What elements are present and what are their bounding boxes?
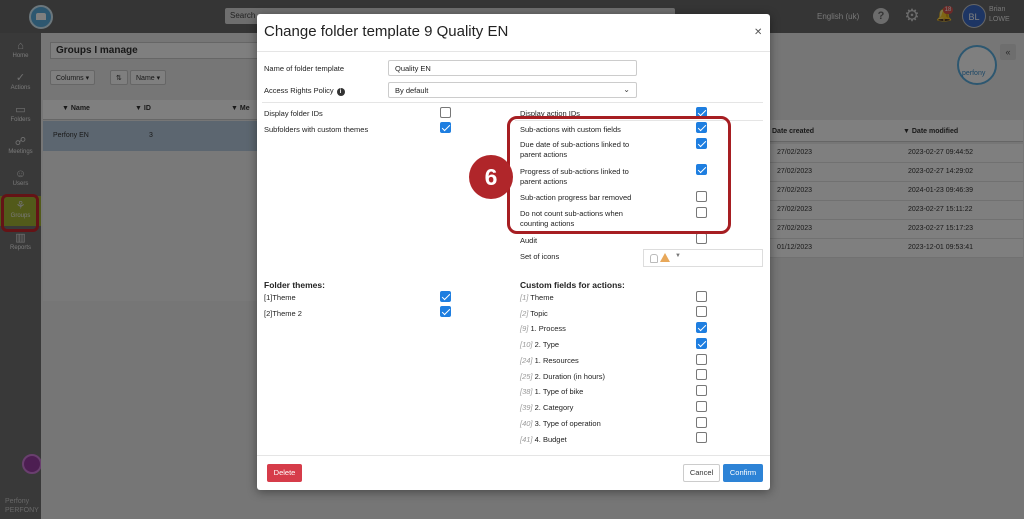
- policy-label: Access Rights Policy i: [264, 86, 345, 96]
- warning-icon: [660, 253, 670, 262]
- access-policy-select[interactable]: By default ⌄: [388, 82, 637, 98]
- custom-field-checkbox[interactable]: [696, 401, 707, 412]
- custom-field-number: [2]: [520, 309, 529, 318]
- custom-field-label: [38] 1. Type of bike: [520, 387, 583, 397]
- custom-field-name: 1. Type of bike: [534, 387, 584, 396]
- folder-theme-checkbox[interactable]: [440, 306, 451, 317]
- cancel-button[interactable]: Cancel: [683, 464, 720, 482]
- custom-field-label: [9] 1. Process: [520, 324, 566, 334]
- custom-field-number: [38]: [520, 387, 533, 396]
- custom-field-number: [1]: [520, 293, 529, 302]
- custom-field-label: [24] 1. Resources: [520, 356, 579, 366]
- change-folder-template-dialog: Change folder template 9 Quality EN ✕ Na…: [257, 14, 770, 490]
- audit-checkbox[interactable]: [696, 233, 707, 244]
- confirm-button[interactable]: Confirm: [723, 464, 763, 482]
- custom-field-checkbox[interactable]: [696, 369, 707, 380]
- chevron-down-icon: ⌄: [623, 85, 630, 94]
- custom-field-number: [25]: [520, 372, 533, 381]
- subfolders-custom-themes-checkbox[interactable]: [440, 122, 451, 133]
- custom-field-checkbox[interactable]: [696, 417, 707, 428]
- section-divider: [262, 102, 763, 103]
- folder-theme-label: [2]Theme 2: [264, 309, 302, 319]
- custom-field-checkbox[interactable]: [696, 306, 707, 317]
- custom-field-checkbox[interactable]: [696, 338, 707, 349]
- custom-field-number: [10]: [520, 340, 533, 349]
- step-number-badge: 6: [469, 155, 513, 199]
- custom-field-checkbox[interactable]: [696, 291, 707, 302]
- icon-set-label: Set of icons: [520, 252, 560, 261]
- folder-theme-label: [1]Theme: [264, 293, 296, 303]
- custom-field-checkbox[interactable]: [696, 354, 707, 365]
- folder-theme-checkbox[interactable]: [440, 291, 451, 302]
- custom-field-number: [39]: [520, 403, 533, 412]
- custom-field-name: 4. Budget: [534, 435, 567, 444]
- highlight-frame: [507, 116, 731, 234]
- name-label: Name of folder template: [264, 64, 345, 73]
- custom-field-name: 2. Type: [534, 340, 560, 349]
- header-divider: [257, 51, 770, 52]
- custom-field-label: [39] 2. Category: [520, 403, 573, 413]
- custom-field-name: 2. Duration (in hours): [534, 372, 606, 381]
- custom-field-label: [41] 4. Budget: [520, 435, 567, 445]
- custom-field-name: 1. Process: [530, 324, 566, 333]
- custom-field-label: [10] 2. Type: [520, 340, 559, 350]
- subfolders-custom-themes-label: Subfolders with custom themes: [264, 125, 369, 134]
- custom-fields-title: Custom fields for actions:: [520, 280, 625, 290]
- audit-label: Audit: [520, 236, 538, 245]
- custom-field-label: [25] 2. Duration (in hours): [520, 372, 605, 382]
- custom-field-label: [2] Topic: [520, 309, 548, 319]
- info-icon[interactable]: i: [336, 88, 345, 96]
- dialog-title: Change folder template 9 Quality EN: [264, 23, 509, 40]
- close-icon[interactable]: ✕: [754, 27, 762, 38]
- policy-label-text: Access Rights Policy: [264, 86, 334, 95]
- custom-field-name: 2. Category: [534, 403, 574, 412]
- custom-field-checkbox[interactable]: [696, 385, 707, 396]
- custom-field-checkbox[interactable]: [696, 432, 707, 443]
- custom-field-name: Theme: [530, 293, 554, 302]
- folder-theme-name: Theme: [272, 293, 296, 302]
- template-name-input[interactable]: Quality EN: [388, 60, 637, 76]
- custom-field-number: [40]: [520, 419, 533, 428]
- custom-field-name: 3. Type of operation: [534, 419, 601, 428]
- custom-field-name: Topic: [530, 309, 548, 318]
- folder-theme-name: Theme 2: [272, 309, 302, 318]
- policy-selected-value: By default: [395, 86, 429, 95]
- folder-themes-title: Folder themes:: [264, 280, 325, 290]
- display-folder-ids-label: Display folder IDs: [264, 109, 323, 118]
- custom-field-label: [40] 3. Type of operation: [520, 419, 601, 429]
- custom-field-number: [41]: [520, 435, 533, 444]
- custom-field-name: 1. Resources: [534, 356, 579, 365]
- display-folder-ids-checkbox[interactable]: [440, 107, 451, 118]
- custom-field-number: [9]: [520, 324, 529, 333]
- delete-button[interactable]: Delete: [267, 464, 302, 482]
- custom-field-label: [1] Theme: [520, 293, 554, 303]
- chevron-down-icon: ▼: [675, 253, 681, 259]
- icon-set-select[interactable]: ▼: [643, 249, 763, 267]
- footer-divider: [257, 455, 770, 456]
- thumbs-up-icon: [650, 254, 658, 263]
- custom-field-number: [24]: [520, 356, 533, 365]
- custom-field-checkbox[interactable]: [696, 322, 707, 333]
